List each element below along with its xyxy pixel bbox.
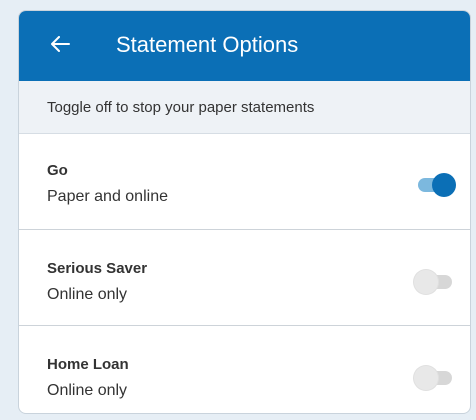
- header-bar: Statement Options: [19, 11, 470, 81]
- account-statement-status: Paper and online: [47, 188, 168, 205]
- account-row-serious-saver: Serious Saver Online only: [19, 230, 470, 326]
- paper-statement-toggle-home-loan[interactable]: [414, 366, 452, 390]
- account-list: Go Paper and online Serious Saver Online…: [19, 134, 470, 413]
- account-row-go: Go Paper and online: [19, 134, 470, 230]
- toggle-knob: [414, 366, 438, 390]
- back-button[interactable]: [45, 31, 75, 61]
- toggle-knob: [414, 270, 438, 294]
- toggle-knob: [432, 173, 456, 197]
- arrow-left-icon: [50, 35, 70, 57]
- page-title: Statement Options: [116, 32, 299, 57]
- account-name: Go: [47, 162, 68, 179]
- account-name: Home Loan: [47, 356, 129, 373]
- paper-statement-toggle-go[interactable]: [418, 173, 456, 197]
- instruction-text: Toggle off to stop your paper statements: [19, 81, 470, 134]
- paper-statement-toggle-serious-saver[interactable]: [414, 270, 452, 294]
- account-statement-status: Online only: [47, 382, 128, 399]
- account-statement-status: Online only: [47, 286, 128, 303]
- statement-options-panel: Statement Options Toggle off to stop you…: [18, 10, 471, 414]
- account-name: Serious Saver: [47, 260, 148, 277]
- account-row-home-loan: Home Loan Online only: [19, 326, 470, 413]
